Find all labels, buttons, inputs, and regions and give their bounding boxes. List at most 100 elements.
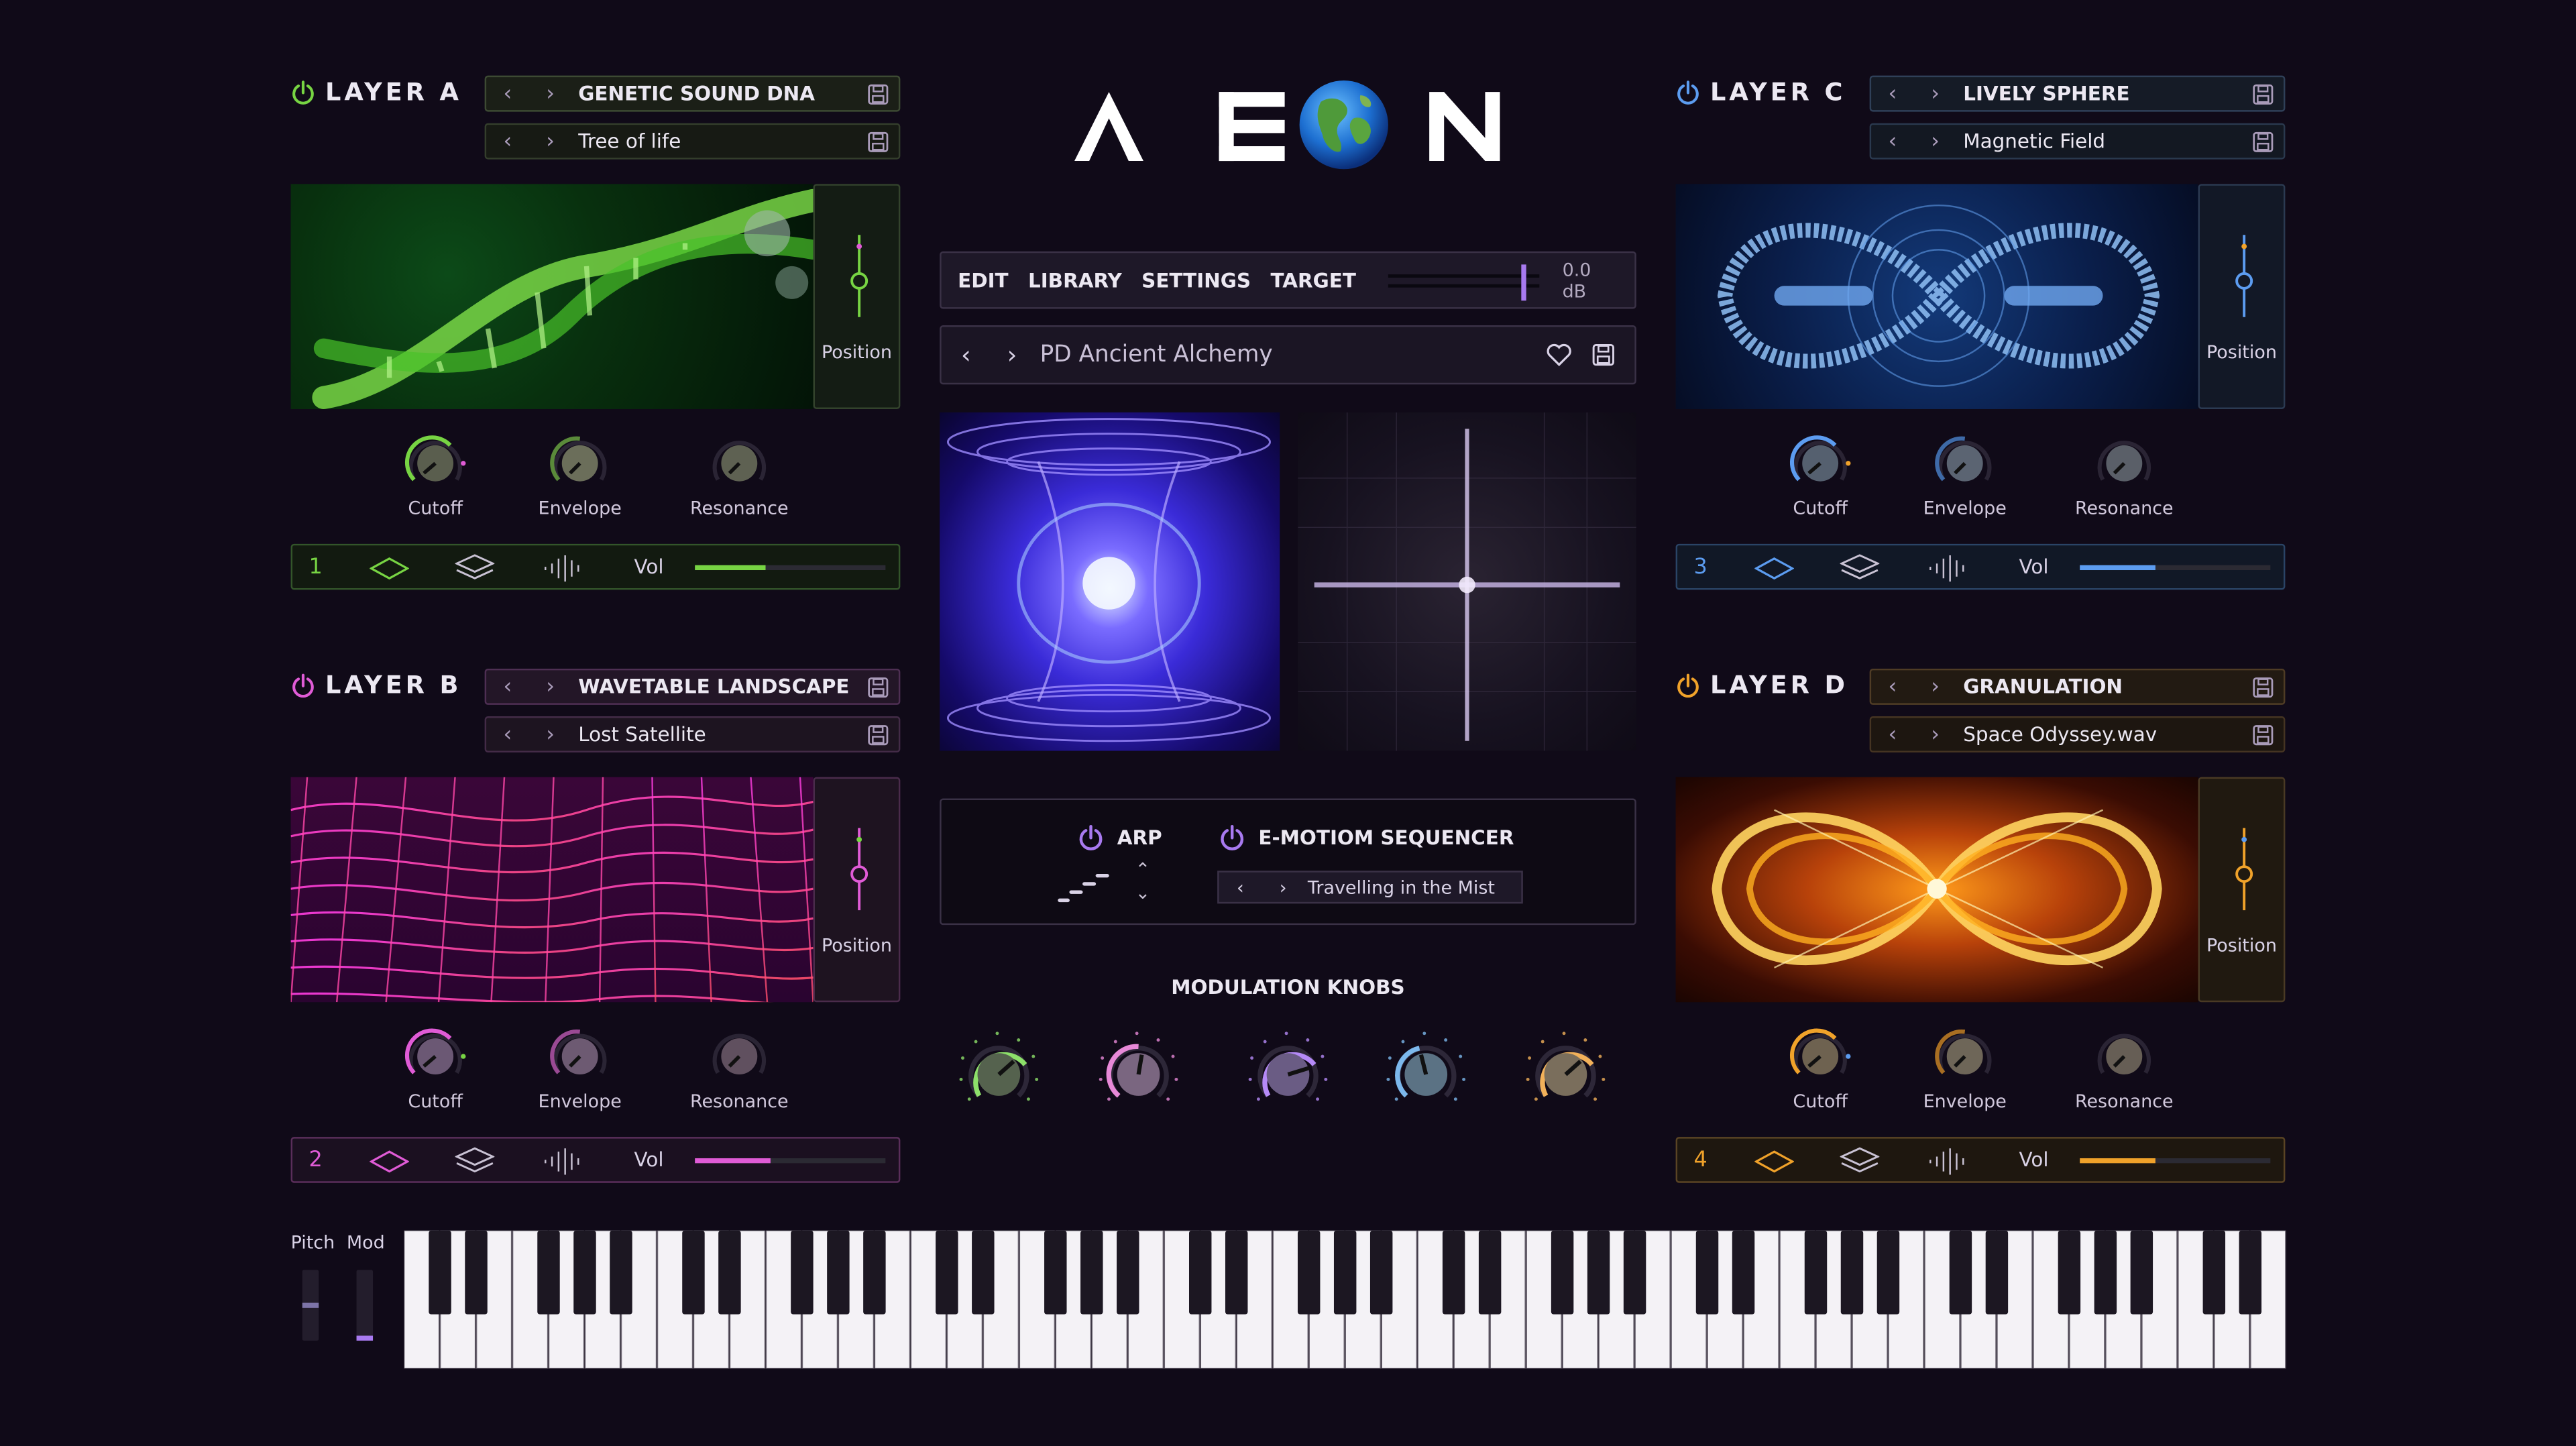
resonance-knob[interactable] xyxy=(2088,1020,2160,1093)
layer-c-position-slider[interactable]: Position xyxy=(2198,184,2286,409)
modulation-knob-2[interactable] xyxy=(1093,1025,1184,1117)
black-key[interactable] xyxy=(1551,1230,1574,1315)
envelope-knob[interactable] xyxy=(544,1020,616,1093)
black-key[interactable] xyxy=(1333,1230,1357,1315)
save-icon[interactable] xyxy=(2241,83,2284,105)
black-key[interactable] xyxy=(1369,1230,1393,1315)
black-key[interactable] xyxy=(1949,1230,1972,1315)
save-icon[interactable] xyxy=(1592,343,1615,366)
layer-b-position-slider[interactable]: Position xyxy=(813,777,901,1003)
black-key[interactable] xyxy=(573,1230,596,1315)
power-icon[interactable] xyxy=(1676,673,1701,698)
resonance-knob[interactable] xyxy=(2088,427,2160,500)
save-icon[interactable] xyxy=(2241,676,2284,698)
chevron-right-icon[interactable]: › xyxy=(529,81,572,106)
black-key[interactable] xyxy=(1442,1230,1465,1315)
volume-slider[interactable] xyxy=(695,1158,886,1164)
black-key[interactable] xyxy=(1587,1230,1610,1315)
save-icon[interactable] xyxy=(856,676,899,698)
menu-target[interactable]: TARGET xyxy=(1270,269,1355,292)
power-icon[interactable] xyxy=(1676,80,1701,105)
black-key[interactable] xyxy=(791,1230,814,1315)
chevron-left-icon[interactable]: ‹ xyxy=(942,340,991,370)
black-key[interactable] xyxy=(610,1230,632,1315)
menu-edit[interactable]: EDIT xyxy=(958,269,1008,292)
layer-c-preset-selector[interactable]: ‹ › LIVELY SPHERE xyxy=(1869,75,2286,112)
chevron-left-icon[interactable]: ‹ xyxy=(486,129,529,154)
chevron-left-icon[interactable]: ‹ xyxy=(1219,877,1262,898)
sequencer-preset-selector[interactable]: ‹ › Travelling in the Mist xyxy=(1217,871,1523,904)
modulation-knob-3[interactable] xyxy=(1242,1025,1334,1117)
black-key[interactable] xyxy=(682,1230,705,1315)
chevron-left-icon[interactable]: ‹ xyxy=(1871,722,1914,747)
black-key[interactable] xyxy=(1695,1230,1719,1315)
layer-a-preset-selector[interactable]: ‹ › GENETIC SOUND DNA xyxy=(484,75,901,112)
envelope-knob[interactable] xyxy=(544,427,616,500)
chevron-left-icon[interactable]: ‹ xyxy=(1871,675,1914,700)
save-icon[interactable] xyxy=(2241,724,2284,745)
diamond-icon[interactable] xyxy=(1754,1150,1794,1173)
layers-icon[interactable] xyxy=(455,554,495,583)
black-key[interactable] xyxy=(2202,1230,2226,1315)
layer-b-sample-selector[interactable]: ‹ › Lost Satellite xyxy=(484,716,901,753)
volume-slider[interactable] xyxy=(2080,1158,2271,1164)
preset-browser[interactable]: ‹ › PD Ancient Alchemy xyxy=(940,325,1636,385)
master-volume-slider[interactable] xyxy=(1388,264,1540,301)
chevron-right-icon[interactable]: › xyxy=(529,722,572,747)
save-icon[interactable] xyxy=(856,724,899,745)
layer-a-position-slider[interactable]: Position xyxy=(813,184,901,409)
black-key[interactable] xyxy=(2094,1230,2117,1315)
chevron-right-icon[interactable]: › xyxy=(529,675,572,700)
volume-slider[interactable] xyxy=(695,565,886,571)
black-key[interactable] xyxy=(936,1230,958,1315)
chevron-right-icon[interactable]: › xyxy=(1914,675,1957,700)
layer-a-sample-selector[interactable]: ‹ › Tree of life xyxy=(484,123,901,160)
black-key[interactable] xyxy=(1478,1230,1502,1315)
save-icon[interactable] xyxy=(2241,131,2284,152)
power-icon[interactable] xyxy=(1219,824,1245,851)
black-key[interactable] xyxy=(1623,1230,1646,1315)
save-icon[interactable] xyxy=(856,83,899,105)
chevron-left-icon[interactable]: ‹ xyxy=(486,722,529,747)
black-key[interactable] xyxy=(465,1230,488,1315)
black-key[interactable] xyxy=(827,1230,850,1315)
black-key[interactable] xyxy=(863,1230,886,1315)
black-key[interactable] xyxy=(1804,1230,1828,1315)
envelope-knob[interactable] xyxy=(1929,427,2001,500)
black-key[interactable] xyxy=(1840,1230,1864,1315)
waveform-icon[interactable] xyxy=(542,1147,585,1176)
chevron-down-icon[interactable]: ⌄ xyxy=(1135,882,1151,903)
resonance-knob[interactable] xyxy=(703,1020,775,1093)
layer-b-preset-selector[interactable]: ‹ › WAVETABLE LANDSCAPE xyxy=(484,668,901,705)
black-key[interactable] xyxy=(972,1230,995,1315)
chevron-right-icon[interactable]: › xyxy=(1914,722,1957,747)
save-icon[interactable] xyxy=(856,131,899,152)
chevron-left-icon[interactable]: ‹ xyxy=(1871,81,1914,106)
power-icon[interactable] xyxy=(291,673,316,698)
black-key[interactable] xyxy=(1117,1230,1139,1315)
black-key[interactable] xyxy=(1044,1230,1067,1315)
black-key[interactable] xyxy=(537,1230,560,1315)
layer-d-sample-selector[interactable]: ‹ › Space Odyssey.wav xyxy=(1869,716,2286,753)
diamond-icon[interactable] xyxy=(1754,557,1794,580)
black-key[interactable] xyxy=(1188,1230,1212,1315)
chevron-right-icon[interactable]: › xyxy=(529,129,572,154)
modulation-knob-4[interactable] xyxy=(1380,1025,1472,1117)
cutoff-knob[interactable] xyxy=(399,427,471,500)
black-key[interactable] xyxy=(2239,1230,2262,1315)
heart-icon[interactable] xyxy=(1546,343,1572,367)
chevron-left-icon[interactable]: ‹ xyxy=(1871,129,1914,154)
modulation-knob-1[interactable] xyxy=(953,1025,1045,1117)
pitch-wheel[interactable] xyxy=(302,1270,319,1341)
black-key[interactable] xyxy=(718,1230,741,1315)
resonance-knob[interactable] xyxy=(703,427,775,500)
pitch-wheel-handle[interactable] xyxy=(302,1302,319,1308)
mod-wheel[interactable] xyxy=(356,1270,374,1341)
waveform-icon[interactable] xyxy=(1927,554,1970,583)
black-key[interactable] xyxy=(2058,1230,2081,1315)
chevron-right-icon[interactable]: › xyxy=(991,340,1033,370)
layers-icon[interactable] xyxy=(455,1147,495,1176)
chevron-left-icon[interactable]: ‹ xyxy=(486,81,529,106)
power-icon[interactable] xyxy=(291,80,316,105)
volume-slider[interactable] xyxy=(2080,565,2271,571)
